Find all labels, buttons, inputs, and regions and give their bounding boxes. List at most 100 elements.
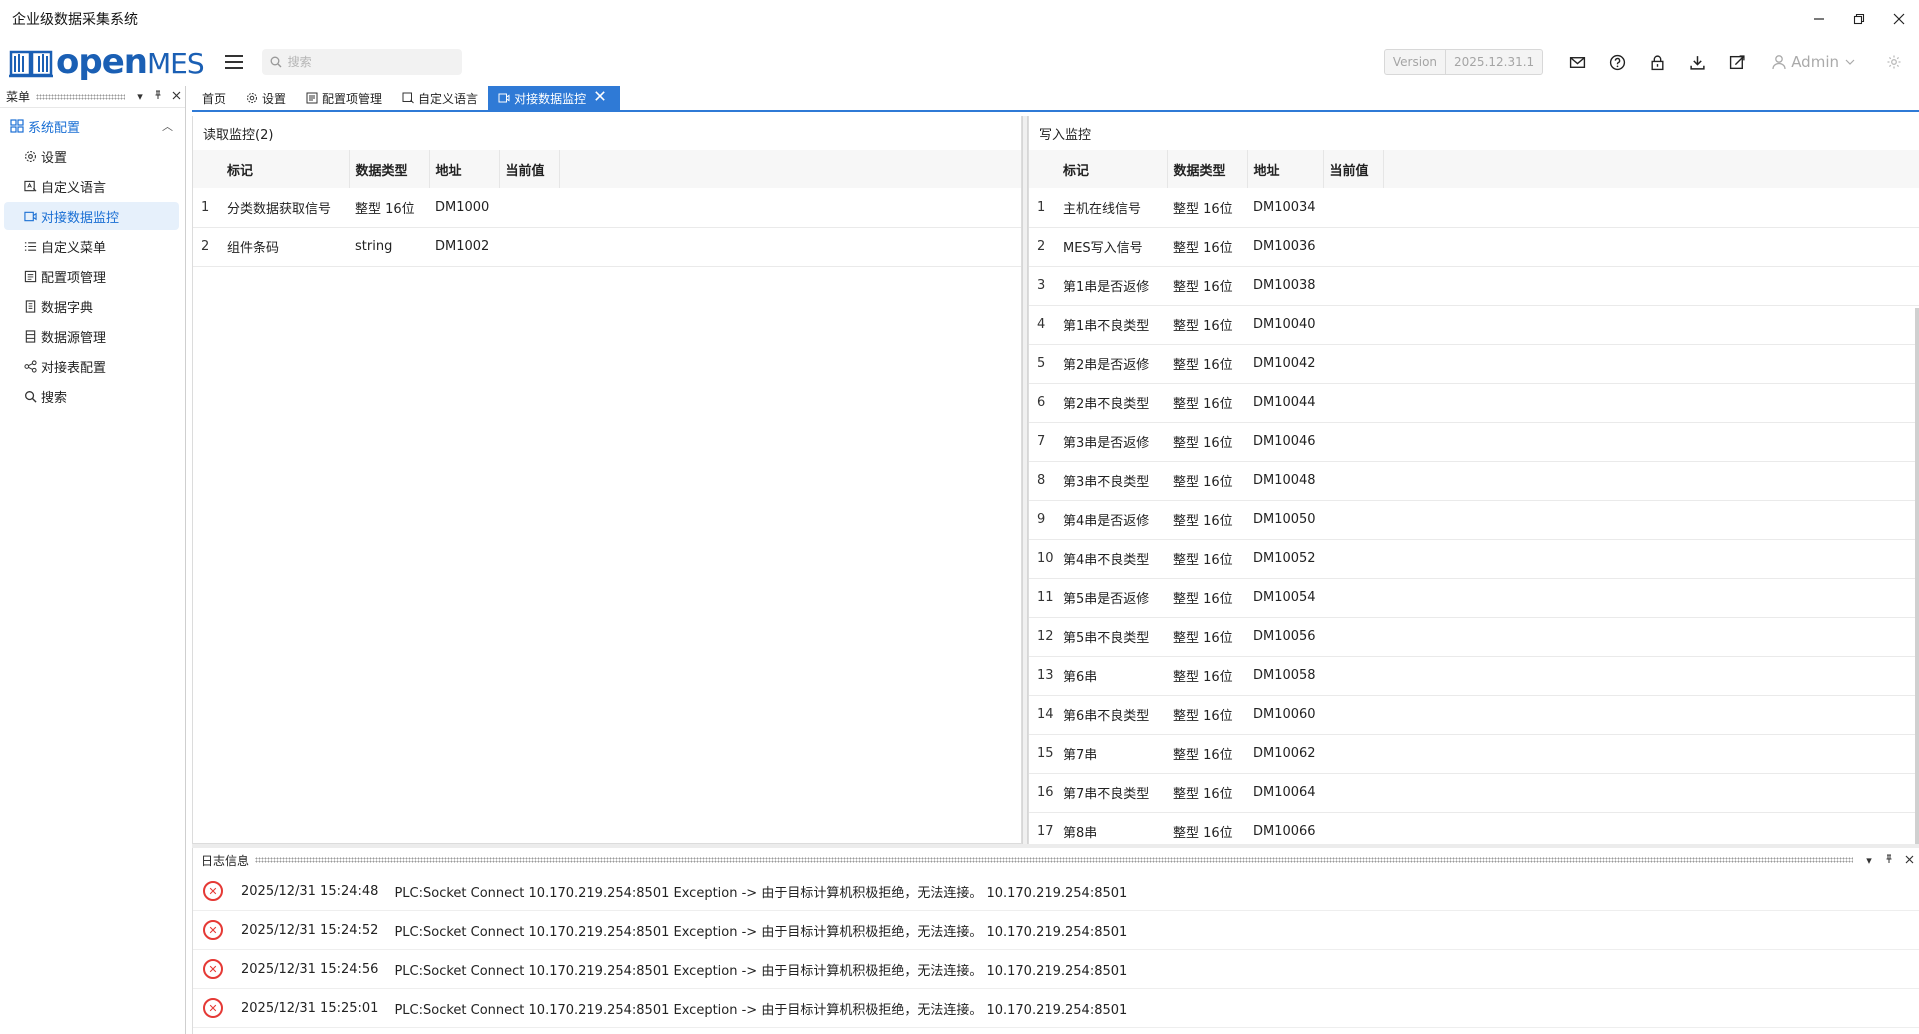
search-input[interactable] [287,55,448,69]
table-row[interactable]: 10 第4串不良类型 整型 16位 DM10052 [1029,539,1919,579]
lock-button[interactable] [1637,42,1677,82]
table-row[interactable]: 16 第7串不良类型 整型 16位 DM10064 [1029,773,1919,813]
download-button[interactable] [1677,42,1717,82]
search-box[interactable] [261,49,462,75]
nav-group-system-config[interactable]: 系统配置 ︿ [0,112,185,140]
nav-item-custom-language[interactable]: 自定义语言 [4,172,179,200]
nav-item-settings[interactable]: 设置 [4,142,179,170]
help-button[interactable] [1597,42,1637,82]
menu-toggle-button[interactable] [224,52,244,72]
nav-item-interface-table-config[interactable]: 对接表配置 [4,352,179,380]
logo-open-text: open [56,42,148,82]
cell-tag: 第7串 [1057,734,1167,774]
table-row[interactable]: 4 第1串不良类型 整型 16位 DM10040 [1029,305,1919,345]
table-row[interactable]: 6 第2串不良类型 整型 16位 DM10044 [1029,383,1919,423]
nav-item-data-monitor[interactable]: 对接数据监控 [4,202,179,230]
cell-filler [1383,539,1919,579]
tab-home[interactable]: 首页 [192,86,236,110]
column-header-tag[interactable]: 标记 [1057,150,1168,188]
tab-settings[interactable]: 设置 [236,86,296,110]
language-icon [24,180,37,192]
cell-type: 整型 16位 [1167,500,1247,540]
log-message: PLC:Socket Connect 10.170.219.254:8501 E… [394,885,1128,901]
cell-address: DM10048 [1247,461,1323,501]
cell-value [1323,539,1383,579]
cell-value [1323,305,1383,345]
export-button[interactable] [1717,42,1757,82]
close-button[interactable] [1879,0,1919,38]
tab-config-management[interactable]: 配置项管理 [296,86,392,110]
vertical-scrollbar[interactable] [1915,308,1919,928]
monitor-icon [498,93,510,103]
log-entry[interactable]: ✕ 2025/12/31 15:25:01 PLC:Socket Connect 1… [193,989,1919,1028]
table-row[interactable]: 1 主机在线信号 整型 16位 DM10034 [1029,188,1919,228]
table-row[interactable]: 14 第6串不良类型 整型 16位 DM10060 [1029,695,1919,735]
column-header-value[interactable]: 当前值 [499,150,560,188]
cell-address: DM10060 [1247,695,1323,735]
table-row[interactable]: 1 分类数据获取信号 整型 16位 DM1000 [193,188,1021,228]
cell-value [1323,266,1383,306]
column-header-type[interactable]: 数据类型 [349,150,430,188]
table-row[interactable]: 11 第5串是否返修 整型 16位 DM10054 [1029,578,1919,618]
table-row[interactable]: 8 第3串不良类型 整型 16位 DM10048 [1029,461,1919,501]
tab-custom-language[interactable]: 自定义语言 [392,86,488,110]
column-header-type[interactable]: 数据类型 [1167,150,1248,188]
row-index: 15 [1029,734,1057,774]
window-controls [1799,0,1919,38]
log-entry[interactable]: ✕ 2025/12/31 15:24:48 PLC:Socket Connect 1… [193,872,1919,911]
table-row[interactable]: 15 第7串 整型 16位 DM10062 [1029,734,1919,774]
log-entry[interactable]: ✕ 2025/12/31 15:24:52 PLC:Socket Connect 1… [193,911,1919,950]
nav-item-datasource-management[interactable]: 数据源管理 [4,322,179,350]
write-monitor-pane: 写入监控 标记 数据类型 地址 当前值 1 主机在线信号 整型 16位 DM10034… [1028,116,1919,928]
tab-close-button[interactable] [594,90,610,106]
cell-tag: 主机在线信号 [1057,188,1167,228]
cell-filler [1383,578,1919,618]
app-logo: openMES [8,42,205,82]
log-entry[interactable]: ✕ 2025/12/31 15:24:56 PLC:Socket Connect 1… [193,950,1919,989]
table-row[interactable]: 12 第5串不良类型 整型 16位 DM10056 [1029,617,1919,657]
table-row[interactable]: 3 第1串是否返修 整型 16位 DM10038 [1029,266,1919,306]
user-menu[interactable]: Admin [1771,53,1859,71]
minimize-button[interactable] [1799,0,1839,38]
panel-close-button[interactable] [167,90,185,103]
cell-type: 整型 16位 [1167,578,1247,618]
panel-close-button[interactable] [1899,854,1919,867]
app-header: openMES Version 2025.12.31.1 [0,38,1919,86]
cell-address: DM10042 [1247,344,1323,384]
cell-filler [1383,422,1919,462]
column-header-value[interactable]: 当前值 [1323,150,1384,188]
tab-data-monitor[interactable]: 对接数据监控 [488,86,621,110]
drag-handle[interactable] [255,857,1853,863]
settings-button[interactable] [1879,42,1909,82]
table-row[interactable]: 9 第4串是否返修 整型 16位 DM10050 [1029,500,1919,540]
table-row[interactable]: 2 组件条码 string DM1002 [193,227,1021,267]
panel-dropdown-button[interactable]: ▾ [131,90,149,103]
table-row[interactable]: 5 第2串是否返修 整型 16位 DM10042 [1029,344,1919,384]
nav-item-data-dictionary[interactable]: 数据字典 [4,292,179,320]
column-header-tag[interactable]: 标记 [221,150,350,188]
nav-item-search[interactable]: 搜索 [4,382,179,410]
panel-pin-button[interactable] [149,90,167,103]
nav-item-custom-menu[interactable]: 自定义菜单 [4,232,179,260]
mail-button[interactable] [1557,42,1597,82]
column-header-address[interactable]: 地址 [429,150,500,188]
mail-icon [1569,56,1585,68]
nav-item-config-management[interactable]: 配置项管理 [4,262,179,290]
cell-value [1323,383,1383,423]
nav-item-label: 设置 [41,150,68,166]
column-header-address[interactable]: 地址 [1247,150,1324,188]
panel-pin-button[interactable] [1879,854,1899,867]
nav-item-label: 配置项管理 [41,270,107,286]
table-row[interactable]: 2 MES写入信号 整型 16位 DM10036 [1029,227,1919,267]
cell-tag: 分类数据获取信号 [221,188,349,228]
nav-item-label: 自定义菜单 [41,240,107,256]
drag-handle[interactable] [36,93,125,100]
cell-value [1323,617,1383,657]
panel-dropdown-button[interactable]: ▾ [1859,854,1879,867]
table-row[interactable]: 7 第3串是否返修 整型 16位 DM10046 [1029,422,1919,462]
nav-item-label: 数据源管理 [41,330,107,346]
row-index: 5 [1029,344,1057,384]
cell-filler [1383,266,1919,306]
table-row[interactable]: 13 第6串 整型 16位 DM10058 [1029,656,1919,696]
restore-button[interactable] [1839,0,1879,38]
